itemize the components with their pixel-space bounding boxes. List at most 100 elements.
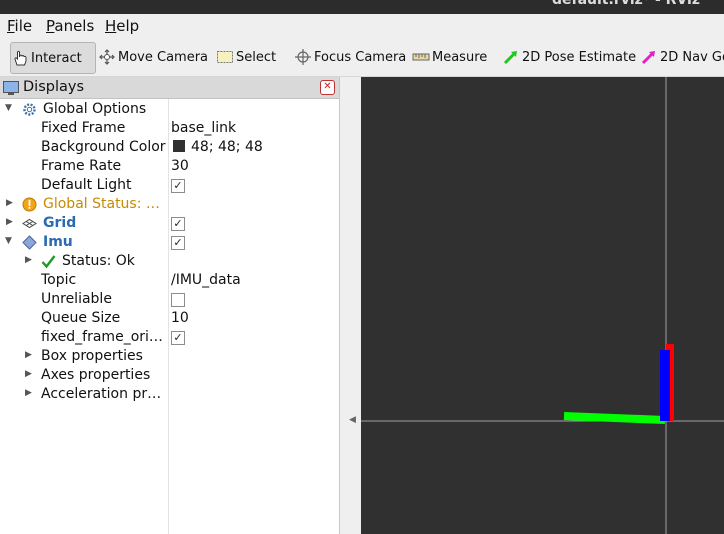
frame-rate-value[interactable]: 30 — [171, 158, 189, 174]
3d-viewport[interactable] — [361, 77, 724, 534]
grid-icon — [22, 216, 37, 231]
collapsed-arrow-icon[interactable]: ▶ — [25, 369, 32, 379]
focus-crosshair-icon — [294, 48, 312, 66]
menu-panels-label: anels — [54, 17, 95, 35]
fixed-frame-orientation-label: fixed_frame_ori… — [41, 329, 163, 345]
imu-label: Imu — [43, 234, 73, 250]
pose-estimate-tool-button[interactable]: 2D Pose Estimate — [502, 42, 636, 72]
close-icon[interactable]: ✕ — [320, 80, 335, 95]
hand-pointer-icon — [11, 49, 29, 67]
menu-file-mnemonic: F — [7, 17, 15, 35]
fixed-frame-value[interactable]: base_link — [171, 120, 236, 136]
collapsed-arrow-icon[interactable]: ▶ — [25, 388, 32, 398]
imu-axis-y — [563, 412, 666, 424]
move-camera-label: Move Camera — [118, 49, 209, 65]
unreliable-checkbox[interactable] — [171, 293, 185, 307]
box-properties-label: Box properties — [41, 348, 143, 364]
fixed-frame-orientation-checkbox[interactable]: ✓ — [171, 331, 185, 345]
toolbar: Interact Move Camera Select Focus Camera… — [0, 38, 724, 77]
panel-splitter[interactable]: ◀ — [340, 77, 360, 534]
topic-label: Topic — [41, 272, 77, 288]
monitor-icon — [3, 81, 19, 95]
window-titlebar: default.rviz* - RViz — [0, 0, 724, 14]
imu-checkbox[interactable]: ✓ — [171, 236, 185, 250]
tree-row-acceleration[interactable]: ▶ Acceleration pr… — [0, 385, 339, 404]
global-options-label: Global Options — [43, 101, 147, 117]
interact-tool-button[interactable]: Interact — [10, 42, 96, 74]
menu-help[interactable]: Help — [105, 17, 139, 35]
tree-row-global-options[interactable]: ▼ Global Options — [0, 100, 339, 119]
pose-estimate-label: 2D Pose Estimate — [522, 49, 637, 65]
collapsed-arrow-icon[interactable]: ▶ — [6, 198, 13, 208]
displays-title: Displays — [23, 79, 85, 95]
move-arrows-icon — [98, 48, 116, 66]
ruler-icon — [412, 48, 430, 66]
nav-goal-tool-button[interactable]: 2D Nav Goal — [640, 42, 724, 72]
select-tool-button[interactable]: Select — [216, 42, 276, 72]
tree-row-box-properties[interactable]: ▶ Box properties — [0, 347, 339, 366]
unreliable-label: Unreliable — [41, 291, 112, 307]
tree-row-background-color[interactable]: Background Color 48; 48; 48 — [0, 138, 339, 157]
topic-value[interactable]: /IMU_data — [171, 272, 241, 288]
tree-row-grid[interactable]: ▶ Grid ✓ — [0, 214, 339, 233]
background-color-label: Background Color — [41, 139, 166, 155]
expanded-arrow-icon[interactable]: ▼ — [5, 236, 12, 246]
green-arrow-icon — [502, 48, 520, 66]
menu-panels[interactable]: Panels — [46, 17, 94, 35]
displays-panel: Displays ✕ ▼ Global Options Fixed Frame … — [0, 77, 340, 534]
tree-row-fixed-frame-orientation[interactable]: fixed_frame_ori… ✓ — [0, 328, 339, 347]
window-title: default.rviz* - RViz — [551, 0, 700, 8]
axes-properties-label: Axes properties — [41, 367, 151, 383]
acceleration-properties-label: Acceleration pr… — [41, 386, 162, 402]
default-light-label: Default Light — [41, 177, 132, 193]
collapsed-arrow-icon[interactable]: ▶ — [25, 255, 32, 265]
tree-row-status-ok[interactable]: ▶ Status: Ok — [0, 252, 339, 271]
menu-help-mnemonic: H — [105, 17, 117, 35]
warning-icon — [22, 197, 37, 212]
magenta-arrow-icon — [640, 48, 658, 66]
imu-diamond-icon — [22, 235, 37, 250]
collapse-left-arrow-icon[interactable]: ◀ — [349, 415, 356, 425]
color-swatch[interactable] — [173, 140, 185, 152]
menu-file-label: ile — [14, 17, 33, 35]
menu-bar: File Panels Help — [0, 14, 724, 38]
move-camera-tool-button[interactable]: Move Camera — [98, 42, 208, 72]
focus-camera-label: Focus Camera — [314, 49, 407, 65]
measure-tool-button[interactable]: Measure — [412, 42, 487, 72]
background-color-value[interactable]: 48; 48; 48 — [171, 139, 263, 155]
tree-row-default-light[interactable]: Default Light ✓ — [0, 176, 339, 195]
gear-icon — [22, 102, 37, 117]
status-ok-label: Status: Ok — [62, 253, 135, 269]
collapsed-arrow-icon[interactable]: ▶ — [25, 350, 32, 360]
checkmark-icon — [41, 254, 56, 269]
displays-header: Displays ✕ — [0, 77, 339, 99]
frame-rate-label: Frame Rate — [41, 158, 122, 174]
select-rectangle-icon — [216, 48, 234, 66]
fixed-frame-label: Fixed Frame — [41, 120, 126, 136]
tree-row-topic[interactable]: Topic /IMU_data — [0, 271, 339, 290]
tree-row-unreliable[interactable]: Unreliable — [0, 290, 339, 309]
interact-label: Interact — [31, 50, 82, 66]
collapsed-arrow-icon[interactable]: ▶ — [6, 217, 13, 227]
viewport-scene[interactable] — [361, 77, 724, 534]
nav-goal-label: 2D Nav Goal — [660, 49, 724, 65]
tree-row-axes-properties[interactable]: ▶ Axes properties — [0, 366, 339, 385]
tree-row-global-status[interactable]: ▶ Global Status: … — [0, 195, 339, 214]
select-label: Select — [236, 49, 277, 65]
queue-size-label: Queue Size — [41, 310, 121, 326]
expanded-arrow-icon[interactable]: ▼ — [5, 103, 12, 113]
tree-row-queue-size[interactable]: Queue Size 10 — [0, 309, 339, 328]
tree-row-fixed-frame[interactable]: Fixed Frame base_link — [0, 119, 339, 138]
menu-help-label: elp — [116, 17, 140, 35]
queue-size-value[interactable]: 10 — [171, 310, 189, 326]
default-light-checkbox[interactable]: ✓ — [171, 179, 185, 193]
global-status-label: Global Status: … — [43, 196, 160, 212]
background-color-text: 48; 48; 48 — [191, 139, 263, 155]
focus-camera-tool-button[interactable]: Focus Camera — [294, 42, 406, 72]
grid-checkbox[interactable]: ✓ — [171, 217, 185, 231]
menu-file[interactable]: File — [7, 17, 32, 35]
grid-label: Grid — [43, 215, 77, 231]
tree-row-frame-rate[interactable]: Frame Rate 30 — [0, 157, 339, 176]
measure-label: Measure — [432, 49, 488, 65]
tree-row-imu[interactable]: ▼ Imu ✓ — [0, 233, 339, 252]
